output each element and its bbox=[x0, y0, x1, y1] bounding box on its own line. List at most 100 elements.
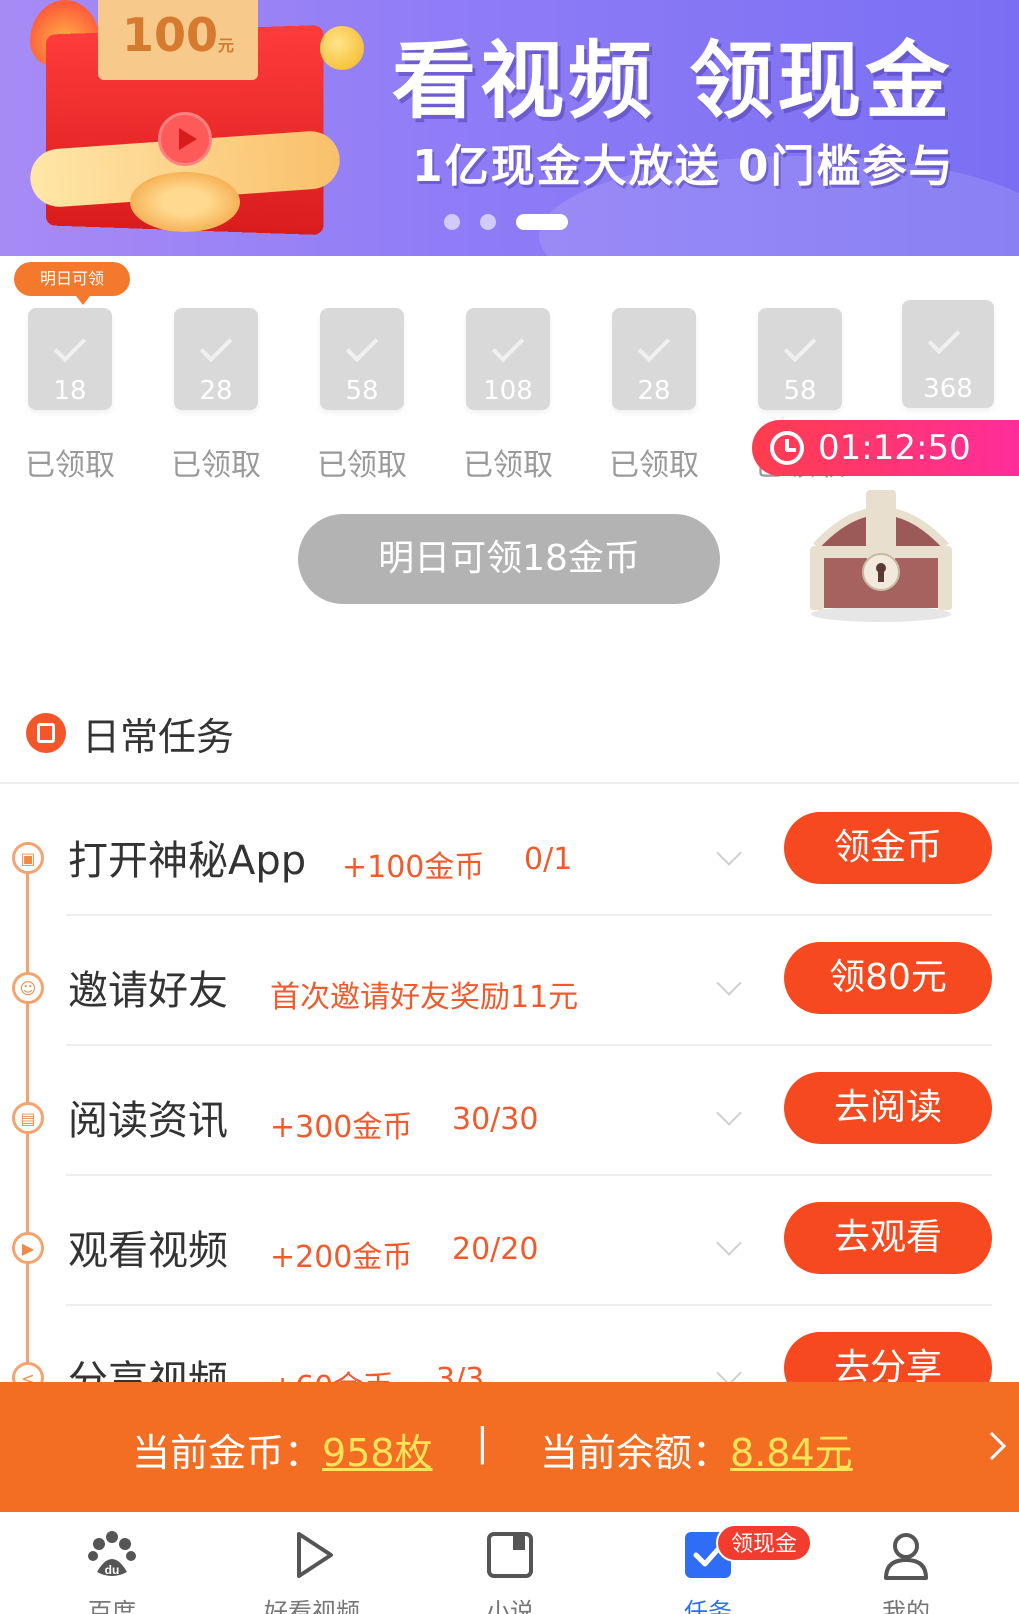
news-icon: ▤ bbox=[12, 1102, 44, 1134]
baidu-paw-icon: du bbox=[88, 1531, 136, 1577]
signin-day-label: 已领取 bbox=[463, 448, 553, 483]
book-icon bbox=[487, 1532, 533, 1578]
coins-value[interactable]: 958枚 bbox=[322, 1431, 433, 1475]
signin-day-amount: 18 bbox=[53, 376, 87, 406]
check-icon bbox=[199, 329, 233, 363]
cash-card-amount: 100 bbox=[121, 8, 218, 62]
divider bbox=[66, 1304, 992, 1306]
signin-day-label: 已领取 bbox=[317, 448, 407, 483]
countdown-value: 01:12:50 bbox=[818, 428, 971, 468]
signin-day[interactable]: 58 已领取 bbox=[312, 308, 412, 484]
task-name: 阅读资讯 bbox=[68, 1098, 228, 1144]
check-icon bbox=[783, 329, 817, 363]
carousel-dot-active[interactable] bbox=[516, 214, 568, 230]
coin-icon bbox=[320, 26, 364, 70]
signin-day-box: 108 bbox=[466, 308, 550, 410]
cash-badge: 领现金 bbox=[716, 1524, 812, 1562]
invite-reward-button[interactable]: 领80元 bbox=[784, 942, 992, 1014]
daily-tasks-title: 日常任务 bbox=[82, 714, 235, 759]
tab-label: 百度 bbox=[88, 1598, 136, 1614]
signin-day-label: 已领取 bbox=[609, 448, 699, 483]
separator: | bbox=[476, 1420, 489, 1464]
tomorrow-tooltip: 明日可领 bbox=[14, 262, 130, 305]
daily-tasks-header: 日常任务 bbox=[26, 706, 234, 760]
chevron-down-icon[interactable] bbox=[716, 840, 742, 866]
play-icon bbox=[297, 1532, 333, 1578]
carousel-dot[interactable] bbox=[480, 214, 496, 230]
tab-label: 任务 bbox=[684, 1598, 732, 1614]
tab-baidu[interactable]: du 百度 bbox=[32, 1512, 192, 1614]
task-reward: +300金币 bbox=[270, 1110, 413, 1145]
cash-card-illustration: 100元 bbox=[98, 0, 258, 80]
cash-value[interactable]: 8.84元 bbox=[730, 1431, 853, 1475]
carousel-dot[interactable] bbox=[444, 214, 460, 230]
chevron-down-icon[interactable] bbox=[716, 1100, 742, 1126]
signin-day-label: 已领取 bbox=[171, 448, 261, 483]
banner-subtitle: 1亿现金大放送 0门槛参与 bbox=[412, 141, 955, 192]
signin-day-box: 58 bbox=[320, 308, 404, 410]
tab-label: 我的 bbox=[882, 1598, 930, 1614]
app-icon: ▣ bbox=[12, 842, 44, 874]
task-name: 邀请好友 bbox=[68, 968, 228, 1014]
chevron-right-icon[interactable] bbox=[977, 1431, 1007, 1461]
chest-countdown-timer: 01:12:50 bbox=[752, 420, 1019, 476]
tab-haokan-video[interactable]: 好看视频 bbox=[232, 1512, 392, 1614]
signin-day-box: 28 bbox=[612, 308, 696, 410]
divider bbox=[66, 914, 992, 916]
check-icon bbox=[927, 321, 961, 355]
claim-tomorrow-button[interactable]: 明日可领18金币 bbox=[298, 514, 720, 604]
task-reward: +200金币 bbox=[270, 1240, 413, 1275]
cash-label: 当前余额： bbox=[540, 1431, 731, 1475]
tab-novel[interactable]: 小说 bbox=[430, 1512, 590, 1614]
divider bbox=[66, 1174, 992, 1176]
task-name: 打开神秘App bbox=[68, 838, 307, 884]
signin-day-amount: 368 bbox=[923, 374, 973, 404]
signin-day[interactable]: 368 bbox=[898, 300, 998, 408]
tab-label: 小说 bbox=[486, 1598, 534, 1614]
signin-day-box: 368 bbox=[902, 300, 994, 408]
friend-icon: ☺ bbox=[12, 972, 44, 1004]
signin-day-amount: 58 bbox=[345, 376, 379, 406]
signin-day-box: 28 bbox=[174, 308, 258, 410]
check-icon bbox=[637, 329, 671, 363]
signin-day-box: 58 bbox=[758, 308, 842, 410]
check-icon bbox=[53, 329, 87, 363]
divider bbox=[66, 1044, 992, 1046]
task-row[interactable]: ▤ 阅读资讯 +300金币 30/30 去阅读 bbox=[0, 1068, 1019, 1198]
tab-label: 好看视频 bbox=[264, 1598, 360, 1614]
check-icon bbox=[345, 329, 379, 363]
tab-profile[interactable]: 我的 bbox=[826, 1512, 986, 1614]
task-row[interactable]: ☺ 邀请好友 首次邀请好友奖励11元 领80元 bbox=[0, 938, 1019, 1068]
chevron-down-icon[interactable] bbox=[716, 1230, 742, 1256]
signin-day[interactable]: 108 已领取 bbox=[458, 308, 558, 484]
signin-day[interactable]: 28 已领取 bbox=[166, 308, 266, 484]
task-row[interactable]: ▣ 打开神秘App +100金币 0/1 领金币 bbox=[0, 808, 1019, 938]
cash-balance: 当前余额：8.84元 bbox=[540, 1422, 853, 1477]
task-progress: 30/30 bbox=[452, 1102, 539, 1137]
task-reward: +100金币 bbox=[342, 850, 485, 885]
go-watch-button[interactable]: 去观看 bbox=[784, 1202, 992, 1274]
coins-label: 当前金币： bbox=[132, 1431, 323, 1475]
task-progress: 20/20 bbox=[452, 1232, 539, 1267]
bow-decoration bbox=[130, 172, 240, 232]
coins-balance: 当前金币：958枚 bbox=[132, 1422, 433, 1477]
user-icon bbox=[884, 1533, 928, 1580]
claim-coins-button[interactable]: 领金币 bbox=[784, 812, 992, 884]
play-icon: ▶ bbox=[12, 1232, 44, 1264]
chevron-down-icon[interactable] bbox=[716, 970, 742, 996]
tab-tasks[interactable]: 领现金 任务 bbox=[628, 1512, 812, 1614]
go-read-button[interactable]: 去阅读 bbox=[784, 1072, 992, 1144]
signin-day[interactable]: 28 已领取 bbox=[604, 308, 704, 484]
task-progress: 0/1 bbox=[524, 842, 573, 877]
signin-day-label: 已领取 bbox=[25, 448, 115, 483]
treasure-chest-icon[interactable] bbox=[796, 486, 966, 624]
svg-text:du: du bbox=[105, 1563, 120, 1577]
signin-day[interactable]: 18 已领取 bbox=[20, 308, 120, 484]
signin-day-box: 18 bbox=[28, 308, 112, 410]
balance-bar[interactable]: 当前金币：958枚 | 当前余额：8.84元 bbox=[0, 1382, 1019, 1512]
play-icon bbox=[158, 112, 212, 166]
promo-banner[interactable]: 100元 看视频 领现金 1亿现金大放送 0门槛参与 bbox=[0, 0, 1019, 256]
task-row[interactable]: ▶ 观看视频 +200金币 20/20 去观看 bbox=[0, 1198, 1019, 1328]
signin-day-amount: 28 bbox=[199, 376, 233, 406]
signin-day-amount: 108 bbox=[483, 376, 533, 406]
